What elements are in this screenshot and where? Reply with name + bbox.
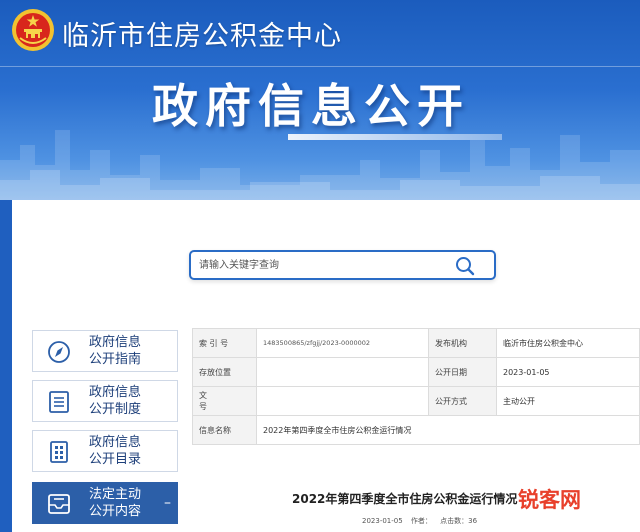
info-name-label: 信息名称 (192, 415, 257, 445)
hero-underline (288, 134, 502, 140)
table-row: 文 号 公开方式 主动公开 (192, 386, 640, 416)
sidebar-item-label: 法定主动 公开内容 (89, 487, 142, 519)
info-name-value: 2022年第四季度全市住房公积金运行情况 (256, 415, 640, 445)
collapse-indicator[interactable]: – (164, 495, 171, 511)
index-number-value: 1483500865/zfgjj/2023-0000002 (256, 328, 429, 358)
publisher-value: 临沂市住房公积金中心 (496, 328, 640, 358)
site-title[interactable]: 临沂市住房公积金中心 (62, 14, 342, 53)
storage-location-label: 存放位置 (192, 357, 257, 387)
sidebar-item-catalog[interactable]: 政府信息 公开目录 (32, 430, 178, 472)
publish-method-value: 主动公开 (496, 386, 640, 416)
info-metadata-table: 索 引 号 1483500865/zfgjj/2023-0000002 发布机构… (192, 328, 640, 445)
search-icon[interactable] (454, 255, 476, 277)
publish-date-value: 2023-01-05 (496, 357, 640, 387)
grid-book-icon (50, 441, 68, 463)
national-emblem-icon (12, 9, 54, 51)
article-date: 2023-01-05 (362, 517, 403, 525)
article-meta: 2023-01-05 作者： 点击数：36 (362, 516, 483, 526)
document-list-icon (49, 391, 69, 413)
table-row: 存放位置 公开日期 2023-01-05 (192, 357, 640, 387)
table-row: 信息名称 2022年第四季度全市住房公积金运行情况 (192, 415, 640, 445)
header-banner: 临沂市住房公积金中心 政府信息公开 (0, 0, 640, 200)
sidebar-item-label: 政府信息 公开制度 (89, 385, 142, 417)
document-number-label: 文 号 (192, 386, 257, 416)
article-title: 2022年第四季度全市住房公积金运行情况 (292, 492, 518, 506)
publisher-label: 发布机构 (428, 328, 497, 358)
sidebar-item-label: 政府信息 公开指南 (89, 335, 142, 367)
index-number-label: 索 引 号 (192, 328, 257, 358)
sidebar-item-guide[interactable]: 政府信息 公开指南 (32, 330, 178, 372)
search-input[interactable] (199, 256, 439, 274)
document-number-value (256, 386, 429, 416)
compass-icon (48, 341, 70, 363)
hero-title: 政府信息公开 (152, 79, 470, 133)
banner-divider (0, 66, 640, 67)
publish-method-label: 公开方式 (428, 386, 497, 416)
sidebar-item-label: 政府信息 公开目录 (89, 435, 142, 467)
article-author-label: 作者： (410, 517, 432, 525)
sidebar-item-statutory-content[interactable]: 法定主动 公开内容 – (32, 482, 178, 524)
inbox-icon (48, 494, 70, 514)
publish-date-label: 公开日期 (428, 357, 497, 387)
search-box (189, 250, 496, 280)
storage-location-value (256, 357, 429, 387)
table-row: 索 引 号 1483500865/zfgjj/2023-0000002 发布机构… (192, 328, 640, 358)
site-watermark: 锐客网 (518, 488, 581, 512)
main-panel: 政府信息 公开指南 政府信息 公开制度 政府信息 公开目录 (12, 200, 640, 532)
sidebar-item-system[interactable]: 政府信息 公开制度 (32, 380, 178, 422)
article-views: 点击数：36 (440, 517, 478, 525)
